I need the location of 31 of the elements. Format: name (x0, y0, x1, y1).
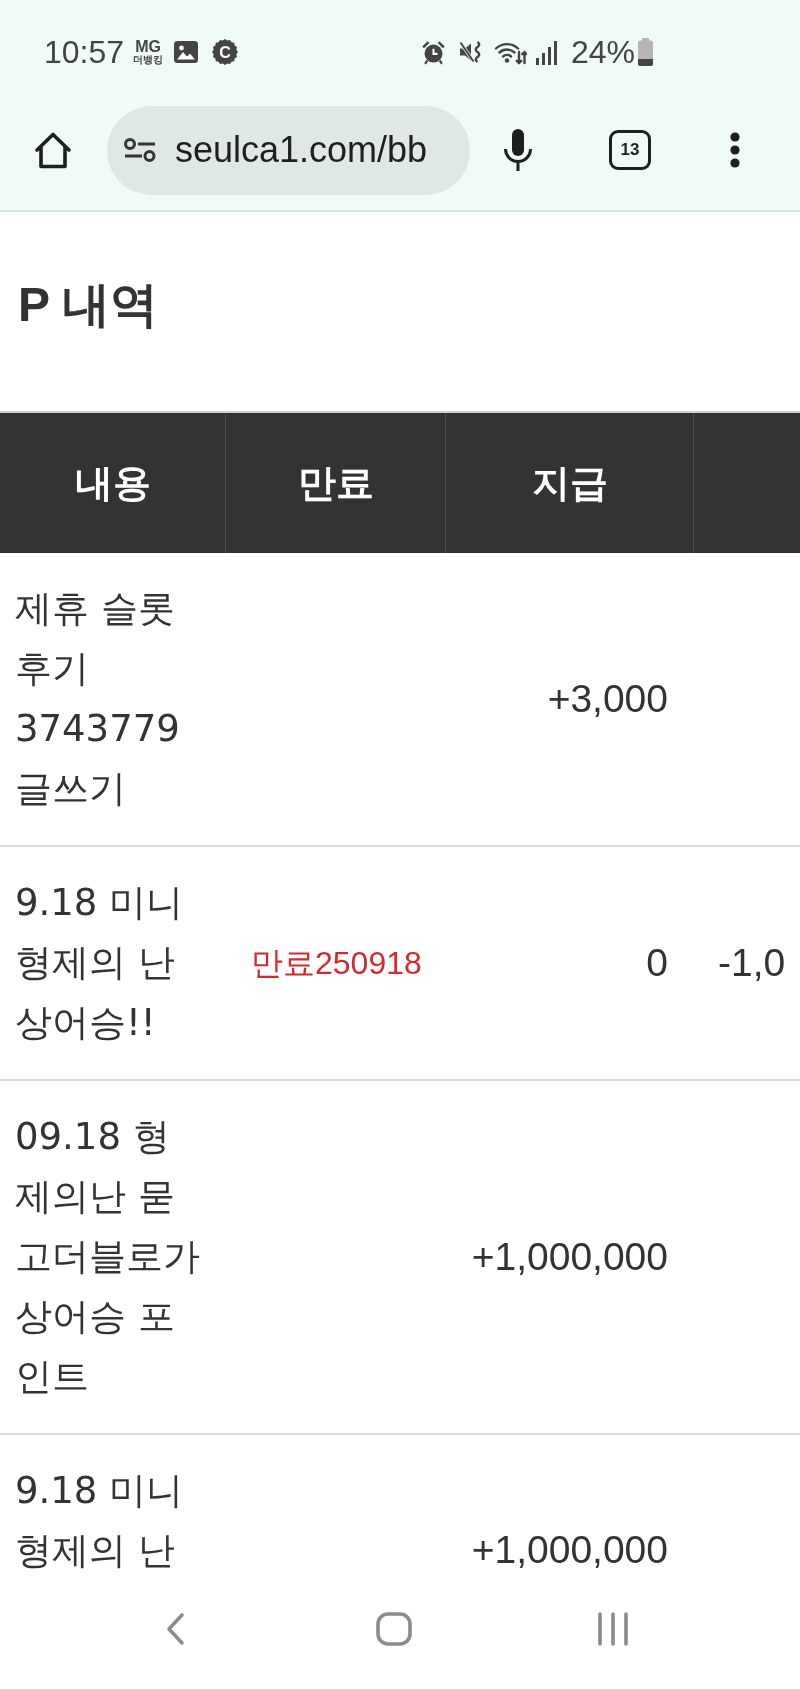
table-cell-text: 9.18 미니 형제의 난 상어승!! (15, 880, 185, 1046)
table-cell: +3,000 (547, 676, 668, 722)
address-bar[interactable]: seulca1.com/bb (107, 105, 470, 195)
table-cell-text: 09.18 형제의난 묻고더블로가 상어승 포인트 (15, 1114, 201, 1400)
battery-icon (637, 38, 654, 66)
column-header: 지급 (531, 461, 608, 505)
seal-icon: C (212, 39, 239, 65)
table-cell: 0 (646, 940, 668, 986)
table-cell-text: 만료250918 (251, 944, 422, 983)
status-time: 10:57 (44, 34, 125, 70)
table-cell-text: 9.18 미니 형제의 난 (15, 1468, 185, 1574)
page-title: P 내역 (18, 278, 159, 332)
table-cell: +1,000,000 (471, 1234, 668, 1280)
app-logo: MG 더뱅킹 (133, 39, 164, 65)
microphone-icon[interactable] (502, 128, 534, 172)
alarm-icon (420, 39, 446, 65)
tab-switcher-button[interactable]: 13 (609, 130, 651, 170)
home-button-icon[interactable] (376, 1612, 412, 1646)
menu-icon[interactable] (729, 132, 741, 168)
table-cell-text: 제휴 슬롯 후기 3743779 글쓰기 (15, 586, 181, 812)
home-icon[interactable] (33, 130, 73, 170)
recent-apps-icon[interactable] (597, 1612, 629, 1646)
battery-percentage: 24% (570, 34, 635, 70)
column-header: 만료 (297, 461, 374, 505)
signal-icon (535, 39, 558, 65)
back-icon[interactable] (165, 1612, 185, 1646)
column-header: 내용 (74, 461, 151, 505)
table-cell: +1,000,000 (471, 1526, 668, 1573)
table-cell: -1,0 (718, 940, 786, 986)
image-icon (174, 41, 199, 63)
tune-icon[interactable] (124, 138, 156, 162)
